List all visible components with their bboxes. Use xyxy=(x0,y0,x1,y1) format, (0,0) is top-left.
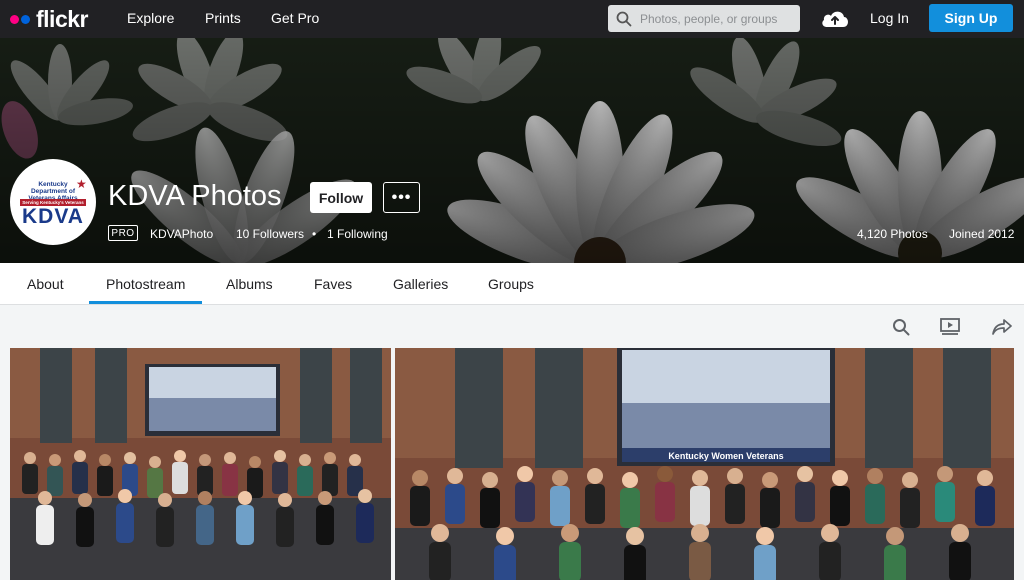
following-link[interactable]: 1 Following xyxy=(327,227,388,241)
photo-thumbnail[interactable] xyxy=(10,348,391,580)
active-tab-indicator xyxy=(89,301,202,304)
signup-button[interactable]: Sign Up xyxy=(929,4,1013,32)
tab-photostream[interactable]: Photostream xyxy=(106,276,185,292)
more-options-button[interactable]: ••• xyxy=(383,182,420,213)
search-icon[interactable] xyxy=(892,318,910,336)
group-photo-image xyxy=(10,348,391,580)
group-photo-image: Kentucky Women Veterans xyxy=(395,348,1014,580)
nav-get-pro[interactable]: Get Pro xyxy=(271,10,319,26)
pro-badge: PRO xyxy=(108,225,138,241)
meta-separator: • xyxy=(312,227,317,241)
photo-thumbnail[interactable]: Kentucky Women Veterans xyxy=(395,348,1014,580)
cover-photo: ★ Kentucky Department of Veterans Affair… xyxy=(0,38,1024,263)
follow-button[interactable]: Follow xyxy=(310,182,372,213)
logo-text: flickr xyxy=(36,6,88,32)
joined-date: Joined 2012 xyxy=(949,227,1015,241)
top-navigation-bar: flickr Explore Prints Get Pro Log In Sig… xyxy=(0,0,1024,38)
tab-faves[interactable]: Faves xyxy=(314,276,352,292)
profile-title: KDVA Photos xyxy=(108,180,282,212)
tab-groups[interactable]: Groups xyxy=(488,276,534,292)
profile-avatar[interactable]: ★ Kentucky Department of Veterans Affair… xyxy=(10,159,96,245)
logo-pink-dot xyxy=(10,15,19,24)
followers-link[interactable]: 10 Followers xyxy=(236,227,304,241)
search-input[interactable] xyxy=(640,5,795,32)
flickr-logo[interactable]: flickr xyxy=(10,6,88,33)
login-link[interactable]: Log In xyxy=(870,10,909,26)
search-icon xyxy=(616,11,632,27)
upload-cloud-icon[interactable] xyxy=(820,8,850,28)
share-icon[interactable] xyxy=(992,318,1012,336)
search-box xyxy=(608,5,800,32)
avatar-mark: KDVA xyxy=(22,205,84,228)
photos-count: 4,120 Photos xyxy=(857,227,928,241)
profile-tabs: About Photostream Albums Faves Galleries… xyxy=(0,263,1024,305)
profile-username: KDVAPhoto xyxy=(150,227,214,241)
screen-banner-text: Kentucky Women Veterans xyxy=(668,451,783,461)
nav-prints[interactable]: Prints xyxy=(205,10,241,26)
tab-about[interactable]: About xyxy=(27,276,64,292)
slideshow-icon[interactable] xyxy=(940,318,960,336)
logo-blue-dot xyxy=(21,15,30,24)
nav-explore[interactable]: Explore xyxy=(127,10,174,26)
tab-galleries[interactable]: Galleries xyxy=(393,276,448,292)
tab-albums[interactable]: Albums xyxy=(226,276,273,292)
